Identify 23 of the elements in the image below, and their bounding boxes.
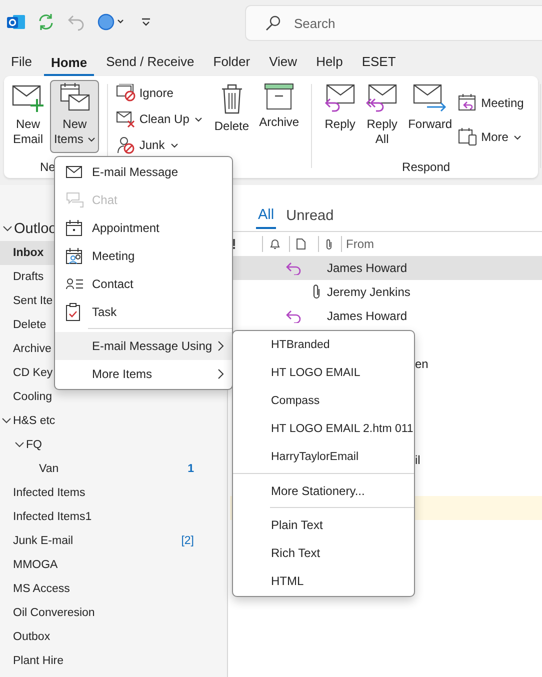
group-label: Respond (401, 160, 452, 176)
folder-name: Oil Converesion (13, 607, 95, 619)
unread-count: [2] (181, 535, 194, 547)
unread-count: 1 (188, 463, 194, 475)
folder-name: Infected Items1 (13, 511, 92, 523)
folder-name: Infected Items (13, 487, 86, 499)
folder-name: Cooling (13, 391, 52, 403)
sender-name: en (415, 357, 428, 371)
sender-name: James Howard (327, 309, 408, 323)
group-label: Ne (40, 160, 56, 176)
folder-name: Van (39, 463, 59, 475)
folder-name: H&S etc (13, 415, 56, 427)
sender-name: il (415, 453, 420, 467)
folder-name: FQ (26, 439, 42, 451)
folder-name: Plant Hire (13, 655, 64, 667)
folder-name: Delete (13, 319, 46, 331)
folder-name: MS Access (13, 583, 70, 595)
folder-name: Inbox (13, 247, 44, 259)
folder-name: MMOGA (13, 559, 58, 571)
sender-name: James Howard (327, 261, 408, 275)
folder-name: Outbox (13, 631, 50, 643)
folder-name: Junk E-mail (13, 535, 74, 547)
sender-name: Jeremy Jenkins (327, 285, 410, 299)
